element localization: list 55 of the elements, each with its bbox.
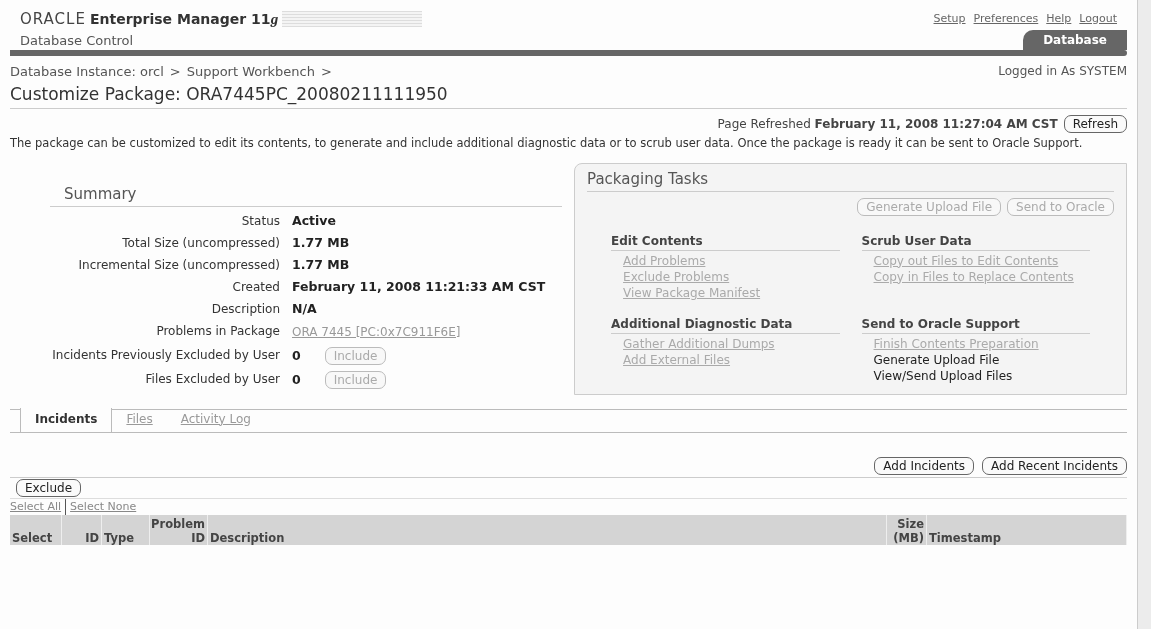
summary-label: Total Size (uncompressed): [121, 234, 280, 251]
summary-value: 1.77 MB: [292, 256, 350, 273]
column-header: ID: [62, 515, 102, 545]
breadcrumb-link[interactable]: Database Instance: orcl: [10, 62, 164, 82]
content-tab[interactable]: Activity Log: [166, 407, 265, 432]
summary-label: Created: [231, 278, 280, 295]
section-heading: Additional Diagnostic Data: [611, 314, 840, 334]
global-link[interactable]: Setup: [933, 10, 966, 27]
summary-label: Status: [240, 212, 280, 229]
add-incidents-button[interactable]: Add Incidents: [874, 456, 974, 475]
column-header: Type: [102, 515, 150, 545]
global-link[interactable]: Preferences: [973, 10, 1039, 27]
summary-label: Description: [210, 300, 280, 317]
product-subtitle: Database Control: [20, 31, 135, 50]
summary-label: Files Excluded by User: [144, 370, 280, 388]
content-tab[interactable]: Files: [112, 407, 167, 432]
column-header: Problem ID: [150, 515, 208, 545]
task-link[interactable]: Generate Upload File: [873, 351, 1092, 368]
section-heading: Edit Contents: [611, 231, 840, 251]
summary-value: N/A: [292, 300, 317, 317]
exclude-button[interactable]: Exclude: [16, 478, 81, 497]
breadcrumb-separator: >: [321, 63, 332, 81]
product-name: Enterprise Manager 11g: [89, 9, 279, 30]
summary-value: Active: [292, 212, 336, 229]
login-status: Logged in As SYSTEM: [998, 63, 1127, 80]
summary-value: 0: [292, 347, 301, 364]
refresh-button[interactable]: Refresh: [1063, 115, 1127, 133]
summary-value: 1.77 MB: [292, 234, 350, 251]
section-heading: Send to Oracle Support: [861, 314, 1090, 334]
intro-text: The package can be customized to edit its contents, to generate and include additional diagnostic data or to scrub user data. Once the package is ready it can be sent to Oracle Support.: [10, 135, 1084, 151]
global-link[interactable]: Help: [1046, 10, 1072, 27]
summary-value: 0: [292, 371, 301, 388]
global-link[interactable]: Logout: [1079, 10, 1117, 27]
summary-label: Problems in Package: [155, 322, 280, 340]
column-header: Timestamp: [927, 515, 1127, 545]
page-title: Customize Package: ORA7445PC_20080211111950: [10, 81, 1127, 109]
summary-label: Incremental Size (uncompressed): [77, 256, 280, 273]
column-header: Description: [208, 515, 887, 545]
breadcrumb-link[interactable]: Support Workbench: [186, 62, 315, 82]
section-heading: Scrub User Data: [861, 231, 1090, 251]
summary-title: Summary: [50, 183, 563, 207]
summary-label: Incidents Previously Excluded by User: [51, 346, 280, 364]
column-header: Size (MB): [887, 515, 927, 545]
select-link[interactable]: Select All: [10, 498, 62, 515]
breadcrumb-separator: >: [169, 63, 181, 81]
problem-link[interactable]: ORA 7445 [PC:0x7C911F6E]: [292, 322, 461, 341]
task-link[interactable]: View/Send Upload Files: [873, 367, 1092, 384]
brand-logo: ORACLE: [20, 9, 86, 30]
packaging-title: Packaging Tasks: [587, 168, 1114, 192]
column-header: Select: [10, 515, 62, 545]
add-incidents-button[interactable]: Add Recent Incidents: [982, 456, 1127, 475]
content-tab[interactable]: Incidents: [20, 407, 113, 432]
summary-value: February 11, 2008 11:21:33 AM CST: [292, 278, 546, 295]
database-tab[interactable]: Database: [1023, 30, 1127, 50]
refresh-label: Page Refreshed February 11, 2008 11:27:04 AM CST: [717, 116, 1058, 133]
